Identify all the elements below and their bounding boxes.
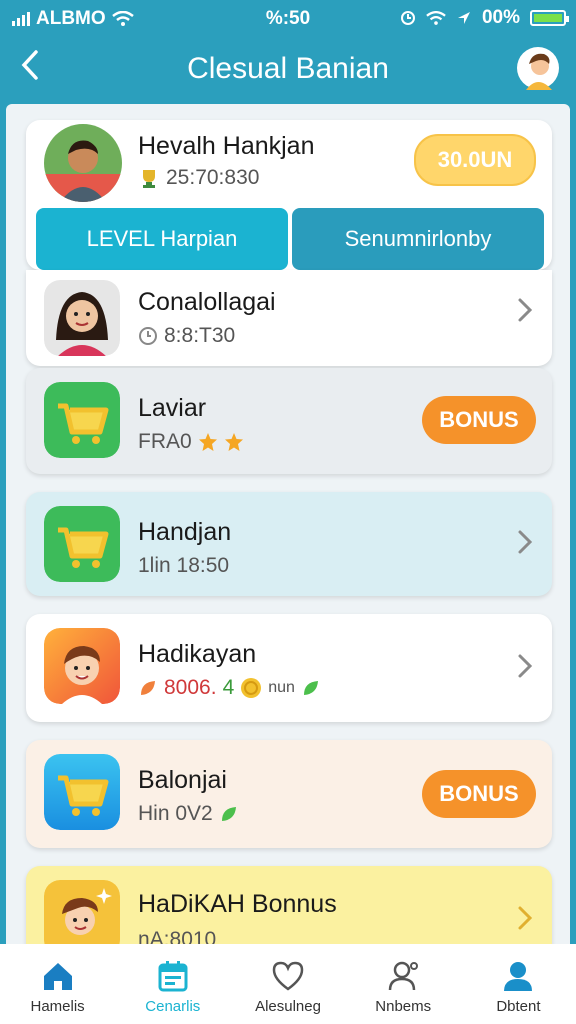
tab-calendar[interactable]: Cenarlis bbox=[115, 944, 230, 1024]
list-item[interactable]: Hadikayan 8006. 4 nun bbox=[26, 614, 552, 722]
item-meta: 1lin 18:50 bbox=[138, 554, 229, 578]
level-tabs: LEVEL Harpian Senumnirlonby bbox=[36, 208, 544, 270]
item-name: Hadikayan bbox=[138, 640, 257, 668]
home-icon bbox=[43, 963, 72, 990]
tab-label: Nnbems bbox=[375, 998, 432, 1015]
location-icon bbox=[457, 12, 470, 24]
shopping-cart-icon bbox=[44, 382, 120, 458]
item-name: Handjan bbox=[138, 518, 232, 546]
bonus-button[interactable]: BONUS bbox=[422, 770, 536, 818]
item-meta: FRA0 bbox=[138, 430, 244, 454]
bonus-button[interactable]: BONUS bbox=[422, 396, 536, 444]
chevron-right-icon bbox=[516, 902, 534, 941]
tab-label: Dbtent bbox=[496, 998, 541, 1015]
wifi-icon bbox=[426, 10, 446, 25]
price-badge[interactable]: 30.0UN bbox=[414, 134, 536, 186]
item-name: Conalollagai bbox=[138, 288, 276, 316]
item-avatar bbox=[44, 880, 120, 944]
cart-icon-tile bbox=[44, 506, 120, 582]
profile-icon bbox=[504, 962, 533, 991]
chevron-right-icon bbox=[516, 294, 534, 333]
tab-label: Hamelis bbox=[30, 998, 85, 1015]
star-icon bbox=[224, 433, 243, 451]
alarm-icon bbox=[400, 11, 415, 25]
profile-sub: 25:70:830 bbox=[166, 166, 260, 189]
battery-icon bbox=[530, 10, 569, 26]
leaf-icon bbox=[303, 681, 318, 695]
shopping-cart-icon bbox=[44, 506, 120, 582]
list-item[interactable]: Balonjai Hin 0V2 BONUS bbox=[26, 740, 552, 848]
item-name: Laviar bbox=[138, 394, 207, 422]
profile-meta: 25:70:830 bbox=[138, 166, 259, 190]
trophy-icon bbox=[143, 170, 155, 188]
profile-photo bbox=[44, 124, 122, 202]
shopping-cart-icon bbox=[44, 754, 120, 830]
item-avatar bbox=[44, 628, 120, 704]
chevron-right-icon bbox=[516, 650, 534, 689]
item-meta: 8006. 4 nun bbox=[138, 676, 321, 700]
tab-profile[interactable]: Dbtent bbox=[461, 944, 576, 1024]
item-sub: 8006. bbox=[164, 676, 217, 699]
heart-icon bbox=[272, 961, 304, 991]
item-sub: 1lin 18:50 bbox=[138, 554, 230, 577]
item-sub: 8:8:T30 bbox=[164, 324, 236, 347]
item-name: HaDiKAH Bonnus bbox=[138, 890, 337, 918]
tab-label: Alesulneg bbox=[255, 998, 321, 1015]
page-title: Clesual Banian bbox=[187, 52, 389, 85]
item-meta: Hin 0V2 bbox=[138, 802, 239, 826]
tab-members[interactable]: Nnbems bbox=[346, 944, 461, 1024]
chevron-right-icon bbox=[516, 526, 534, 565]
avatar-icon bbox=[517, 47, 559, 90]
status-bar: ALBMO %:50 00% bbox=[0, 0, 576, 36]
profile-avatar-button[interactable] bbox=[516, 46, 560, 90]
item-sub: nA:8010 bbox=[138, 928, 217, 944]
tab-label: Cenarlis bbox=[145, 998, 201, 1015]
content-sheet: Hevalh Hankjan 25:70:830 30.0UN LEVEL Ha… bbox=[6, 104, 570, 944]
list-item[interactable]: Laviar FRA0 BONUS bbox=[26, 368, 552, 474]
tab-level[interactable]: LEVEL Harpian bbox=[36, 208, 288, 270]
list-item[interactable]: Handjan 1lin 18:50 bbox=[26, 492, 552, 596]
star-icon bbox=[198, 433, 217, 451]
list-item[interactable]: HaDiKAH Bonnus nA:8010 bbox=[26, 866, 552, 944]
profile-name: Hevalh Hankjan bbox=[138, 132, 315, 160]
tab-home[interactable]: Hamelis bbox=[0, 944, 115, 1024]
leaf-icon bbox=[221, 807, 236, 821]
calendar-icon bbox=[158, 961, 188, 992]
item-sub-label: nun bbox=[268, 679, 295, 696]
item-sub: FRA0 bbox=[138, 430, 192, 453]
cart-icon-tile bbox=[44, 382, 120, 458]
item-avatar bbox=[44, 280, 120, 356]
tab-secondary[interactable]: Senumnirlonby bbox=[292, 208, 544, 270]
bottom-tab-bar: Hamelis Cenarlis Alesulneg Nnbems Dbtent bbox=[0, 944, 576, 1024]
item-meta: 8:8:T30 bbox=[138, 324, 235, 348]
item-sub-extra: 4 bbox=[222, 676, 235, 699]
item-meta: nA:8010 bbox=[138, 928, 216, 944]
leaf-icon bbox=[141, 681, 155, 695]
tab-favorites[interactable]: Alesulneg bbox=[230, 944, 345, 1024]
item-name: Balonjai bbox=[138, 766, 227, 794]
list-item[interactable]: Conalollagai 8:8:T30 bbox=[26, 270, 552, 366]
item-sub: Hin 0V2 bbox=[138, 802, 213, 825]
battery-percent: 00% bbox=[481, 7, 520, 28]
user-icon bbox=[388, 961, 419, 991]
clock-icon bbox=[139, 327, 157, 345]
cart-icon-tile bbox=[44, 754, 120, 830]
coin-icon bbox=[241, 678, 262, 698]
app-header: Clesual Banian bbox=[0, 36, 576, 102]
